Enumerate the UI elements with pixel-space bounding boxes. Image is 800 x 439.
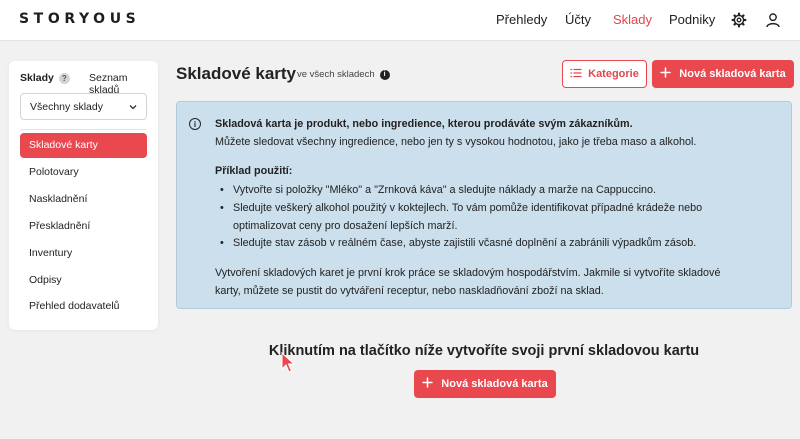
sidebar-item-odpisy[interactable]: Odpisy [20, 268, 147, 293]
info-intro: Můžete sledovat všechny ingredience, neb… [215, 136, 697, 148]
cta-new-card-button[interactable]: Nová skladová karta [414, 370, 556, 398]
nav-podniky[interactable]: Podniky [669, 12, 715, 27]
sidebar-item-inventury[interactable]: Inventury [20, 241, 147, 266]
info-footer-line-2: karty, můžete se pustit do vytváření rec… [215, 285, 604, 297]
info-heading: Skladová karta je produkt, nebo ingredie… [215, 118, 633, 130]
page-title: Skladové karty [176, 64, 297, 83]
list-item-continuation: optimalizovat ceny pro dosažení lepších … [233, 220, 458, 232]
help-icon[interactable]: ? [58, 72, 70, 84]
list-item: • Sledujte stav zásob v reálném čase, ab… [220, 237, 697, 249]
nav-prehledy[interactable]: Přehledy [496, 12, 547, 27]
chevron-down-icon [128, 102, 138, 115]
sidebar-item-prehled-dodavatelu[interactable]: Přehled dodavatelů [20, 294, 147, 319]
sidebar-item-skladove-karty[interactable]: Skladové karty [20, 133, 147, 158]
list-item-text: Sledujte stav zásob v reálném čase, abys… [233, 237, 697, 249]
cta-text: Kliknutím na tlačítko níže vytvoříte svo… [268, 343, 700, 359]
page-subtitle: ve všech skladech i [297, 69, 390, 80]
list-item: • Vytvořte si položky "Mléko" a "Zrnková… [220, 184, 657, 196]
sidebar-item-polotovary[interactable]: Polotovary [20, 160, 147, 185]
nav-ucty[interactable]: Účty [565, 12, 591, 27]
plus-icon [660, 67, 672, 81]
gear-icon[interactable] [730, 11, 748, 29]
info-circle-icon: i [189, 118, 201, 130]
sidebar: Sklady ? Seznam skladů Všechny sklady Sk… [9, 61, 158, 330]
category-button[interactable]: Kategorie [562, 60, 647, 88]
nav-sklady[interactable]: Sklady [613, 12, 652, 27]
info-icon[interactable]: i [379, 69, 390, 80]
sidebar-item-preskladneni[interactable]: Přeskladnění [20, 214, 147, 239]
list-item-text: Vytvořte si položky "Mléko" a "Zrnková k… [233, 184, 657, 196]
list-item: • Sledujte veškerý alkohol použitý v kok… [220, 202, 703, 214]
top-bar: STORYOUS Přehledy Účty Sklady Podniky [0, 0, 800, 41]
new-card-button[interactable]: Nová skladová karta [652, 60, 794, 88]
sidebar-divider [20, 129, 147, 130]
sidebar-item-naskladneni[interactable]: Naskladnění [20, 187, 147, 212]
warehouse-select[interactable]: Všechny sklady [20, 93, 147, 120]
list-item-text: Sledujte veškerý alkohol použitý v kokte… [233, 202, 703, 214]
category-button-label: Kategorie [588, 68, 639, 80]
info-footer-line-1: Vytvoření skladových karet je první krok… [215, 267, 721, 279]
warehouse-select-value: Všechny sklady [30, 101, 103, 113]
logo[interactable]: STORYOUS [19, 11, 140, 27]
plus-icon [422, 377, 434, 391]
page-subtitle-text: ve všech skladech [297, 69, 375, 80]
sidebar-heading-label: Sklady [20, 72, 54, 84]
list-icon [570, 68, 582, 81]
user-icon[interactable] [764, 11, 782, 29]
cta-new-card-button-label: Nová skladová karta [441, 378, 548, 390]
sidebar-heading: Sklady ? [20, 72, 70, 84]
info-box: i Skladová karta je produkt, nebo ingred… [176, 101, 792, 309]
mouse-cursor-icon [281, 351, 296, 377]
info-example-heading: Příklad použití: [215, 165, 293, 177]
new-card-button-label: Nová skladová karta [679, 68, 786, 80]
